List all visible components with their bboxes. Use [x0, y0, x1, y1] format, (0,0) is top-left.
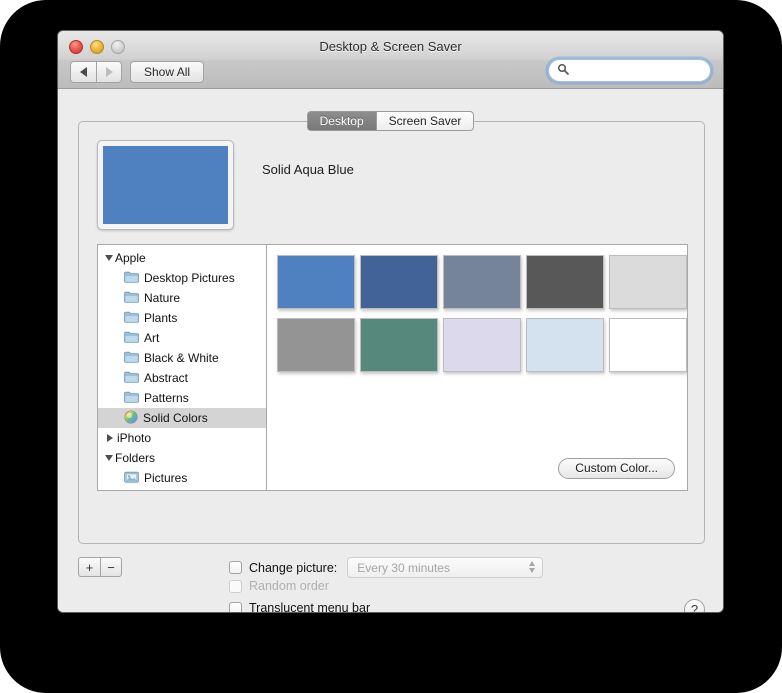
random-order-row: Random order	[229, 579, 329, 593]
color-swatch[interactable]	[277, 255, 355, 309]
folder-icon	[124, 371, 139, 386]
color-swatch[interactable]	[443, 318, 521, 372]
wallpaper-browser: Apple Desktop Pictures Nature Plants Art Blac…	[97, 244, 688, 491]
sidebar-item-label: Black & White	[144, 351, 219, 365]
color-swatch[interactable]	[443, 255, 521, 309]
sidebar-item-label: Desktop Pictures	[144, 271, 235, 285]
preview-row: Solid Aqua Blue	[97, 140, 354, 230]
tab-bar: Desktop Screen Saver	[58, 111, 723, 131]
sidebar-item-label: Solid Colors	[143, 411, 208, 425]
sidebar-item-label: Plants	[144, 311, 178, 325]
change-picture-checkbox[interactable]	[229, 561, 242, 574]
sidebar-item-iphoto[interactable]: iPhoto	[98, 428, 266, 448]
random-order-checkbox	[229, 579, 242, 593]
bottom-controls: + − Change picture: Every 30 minutes Ran…	[78, 557, 705, 613]
folder-icon	[124, 311, 139, 326]
window-titlebar: Desktop & Screen Saver Show All	[58, 31, 723, 89]
random-order-label: Random order	[249, 579, 329, 593]
color-wheel-icon	[124, 409, 138, 427]
sidebar-item-apple[interactable]: Apple	[98, 248, 266, 268]
system-preferences-window: Desktop & Screen Saver Show All Desktop	[57, 30, 724, 613]
window-body: Desktop Screen Saver Solid Aqua Blue App…	[58, 89, 723, 613]
search-input[interactable]	[569, 63, 723, 78]
swatch-grid-area: Custom Color...	[267, 245, 687, 490]
sidebar-item-folders[interactable]: Folders	[98, 448, 266, 468]
change-picture-label: Change picture:	[249, 560, 338, 575]
pictures-folder-icon	[124, 471, 139, 486]
translucent-menu-bar-checkbox[interactable]	[229, 601, 242, 612]
color-swatch[interactable]	[609, 318, 687, 372]
sidebar-item-label: Apple	[115, 251, 146, 265]
navigation-buttons	[70, 61, 122, 83]
preview-color-swatch	[103, 146, 228, 224]
change-picture-row: Change picture: Every 30 minutes	[229, 557, 544, 578]
color-swatch-grid	[277, 255, 687, 372]
back-button[interactable]	[70, 61, 96, 83]
color-swatch[interactable]	[360, 318, 438, 372]
sidebar-item-label: Art	[144, 331, 160, 345]
folder-icon	[124, 351, 139, 366]
sidebar-item-label: Pictures	[144, 471, 188, 485]
stepper-arrows-icon	[529, 561, 536, 573]
sidebar-item-black-white[interactable]: Black & White	[98, 348, 266, 368]
desktop-settings-panel: Solid Aqua Blue Apple Desktop Pictures Nat…	[78, 121, 705, 544]
translucent-menu-bar-label: Translucent menu bar	[249, 601, 371, 613]
sidebar-item-desktop-pictures[interactable]: Desktop Pictures	[98, 268, 266, 288]
folder-icon	[124, 271, 139, 286]
color-swatch[interactable]	[609, 255, 687, 309]
folder-icon	[124, 291, 139, 306]
color-swatch[interactable]	[277, 318, 355, 372]
translucent-menu-bar-row: Translucent menu bar	[229, 601, 371, 613]
change-interval-value: Every 30 minutes	[357, 560, 450, 575]
folder-icon	[124, 331, 139, 346]
remove-folder-button[interactable]: −	[100, 557, 122, 577]
desktop-preview-thumbnail	[97, 140, 234, 230]
sidebar-item-label: Folders	[115, 451, 156, 465]
color-swatch[interactable]	[526, 318, 604, 372]
forward-button	[96, 61, 122, 83]
disclosure-triangle-closed-icon[interactable]	[107, 434, 113, 442]
sidebar-item-patterns[interactable]: Patterns	[98, 388, 266, 408]
chevron-right-icon	[105, 67, 113, 77]
chevron-left-icon	[80, 67, 87, 77]
tab-screen-saver[interactable]: Screen Saver	[375, 111, 475, 131]
color-swatch[interactable]	[360, 255, 438, 309]
change-interval-select[interactable]: Every 30 minutes	[347, 557, 544, 578]
selected-wallpaper-name: Solid Aqua Blue	[262, 162, 354, 177]
sidebar-item-nature[interactable]: Nature	[98, 288, 266, 308]
add-folder-button[interactable]: +	[78, 557, 100, 577]
sidebar-item-solid-colors[interactable]: Solid Colors	[98, 408, 266, 428]
disclosure-triangle-open-icon[interactable]	[105, 255, 113, 261]
custom-color-button[interactable]: Custom Color...	[558, 458, 675, 479]
search-field[interactable]	[548, 59, 723, 82]
tab-desktop[interactable]: Desktop	[306, 111, 376, 131]
window-title: Desktop & Screen Saver	[319, 39, 462, 54]
source-list[interactable]: Apple Desktop Pictures Nature Plants Art Blac…	[98, 245, 267, 490]
sidebar-item-label: iPhoto	[117, 431, 152, 445]
add-remove-folder-buttons: + −	[78, 557, 122, 577]
color-swatch[interactable]	[526, 255, 604, 309]
search-icon	[557, 62, 569, 80]
sidebar-item-abstract[interactable]: Abstract	[98, 368, 266, 388]
sidebar-item-plants[interactable]: Plants	[98, 308, 266, 328]
help-button[interactable]: ?	[684, 599, 705, 612]
sidebar-item-label: Abstract	[144, 371, 189, 385]
sidebar-item-label: Patterns	[144, 391, 189, 405]
disclosure-triangle-open-icon[interactable]	[105, 455, 113, 461]
folder-icon	[124, 391, 139, 406]
sidebar-item-art[interactable]: Art	[98, 328, 266, 348]
show-all-button[interactable]: Show All	[130, 61, 205, 83]
sidebar-item-label: Nature	[144, 291, 181, 305]
sidebar-item-pictures[interactable]: Pictures	[98, 468, 266, 488]
